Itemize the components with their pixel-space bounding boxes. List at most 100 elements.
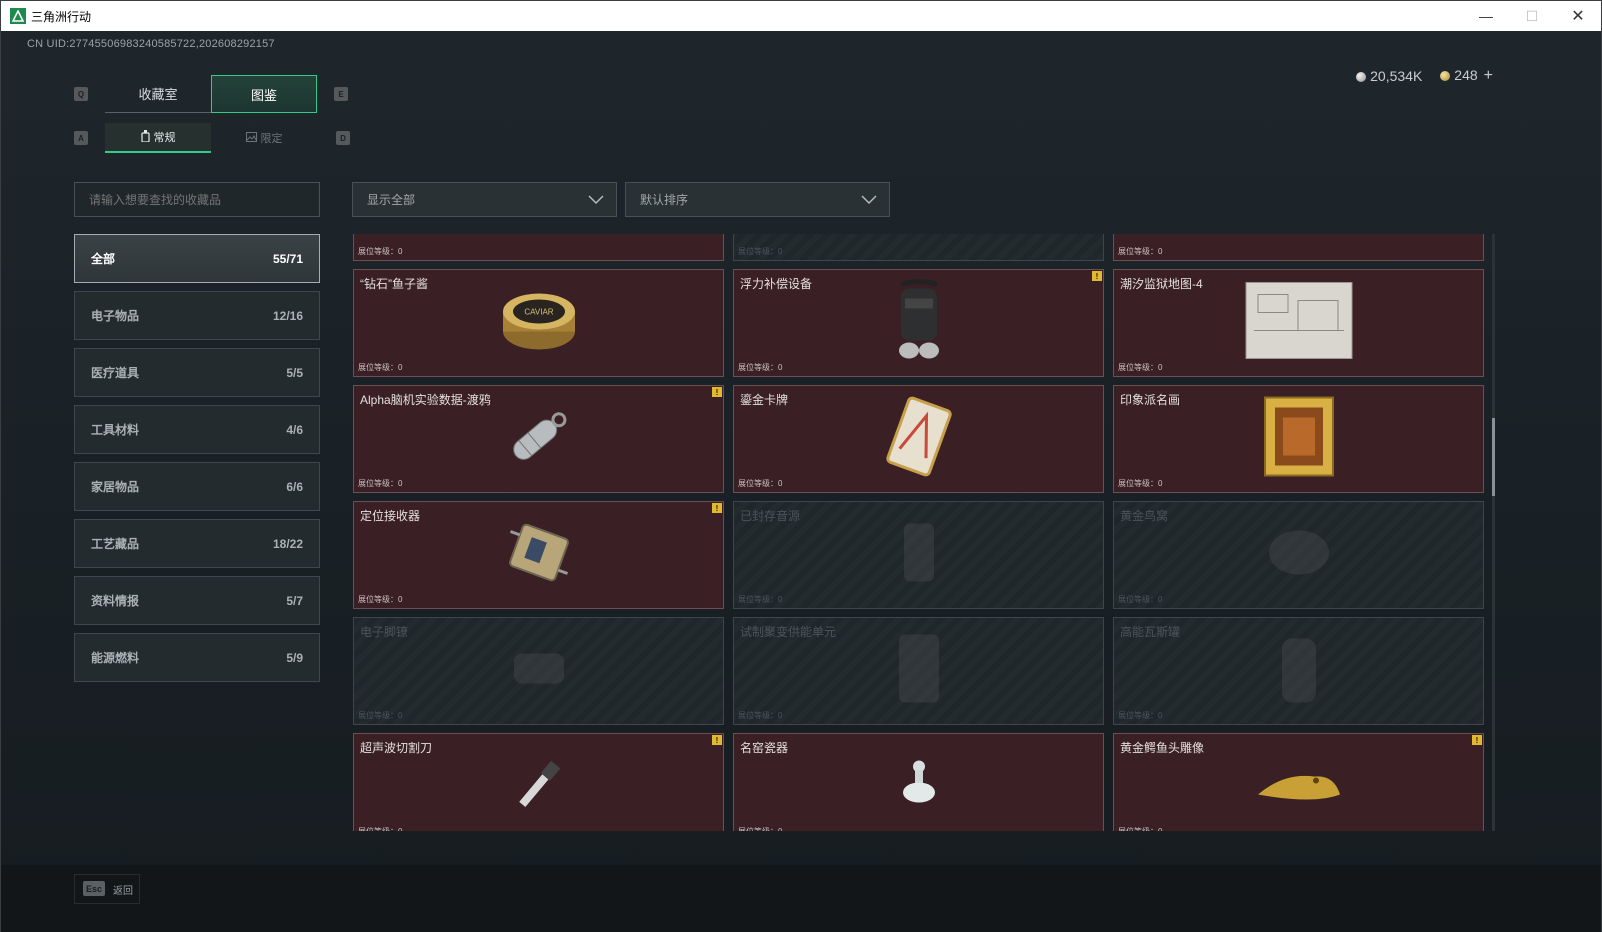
close-button[interactable]: ✕ <box>1555 1 1601 31</box>
category-count: 12/16 <box>272 308 303 323</box>
framed-painting-icon <box>1263 396 1335 483</box>
category-label: 全部 <box>91 252 116 266</box>
scrollbar-track[interactable] <box>1492 234 1495 831</box>
collection-card[interactable]: 展位等级：0 <box>353 234 724 261</box>
collection-card[interactable]: 印象派名画 展位等级：0 <box>1113 385 1484 493</box>
filter-dropdown[interactable]: 显示全部 <box>352 182 617 217</box>
collection-card[interactable]: 潮汐监狱地图-4 展位等级：0 <box>1113 269 1484 377</box>
card-level: 展位等级：0 <box>738 479 783 488</box>
category-intel[interactable]: 资料情报 5/7 <box>74 576 320 625</box>
collection-card[interactable]: 浮力补偿设备展位等级：0! <box>733 269 1104 377</box>
category-label: 工艺藏品 <box>91 537 140 551</box>
key-hint-q: Q <box>74 87 88 101</box>
gold-coin-icon <box>1440 71 1451 81</box>
category-medical[interactable]: 医疗道具 5/5 <box>74 348 320 397</box>
minimize-button[interactable]: — <box>1463 1 1509 31</box>
key-hint-a: A <box>74 131 88 145</box>
filter-dropdown-value: 显示全部 <box>367 193 416 207</box>
footer-bar <box>1 865 1601 932</box>
alert-badge-icon: ! <box>1092 271 1102 281</box>
collection-card[interactable]: 高能瓦斯罐 展位等级：0 <box>1113 617 1484 725</box>
collection-card[interactable]: 黄金鸟窝 展位等级：0 <box>1113 501 1484 609</box>
gold-amount: 248 <box>1454 67 1478 83</box>
category-label: 家居物品 <box>91 480 140 494</box>
card-level: 展位等级：0 <box>358 479 403 488</box>
collection-card[interactable]: 黄金鳄鱼头雕像展位等级：0! <box>1113 733 1484 831</box>
category-label: 工具材料 <box>91 423 140 437</box>
tab-codex[interactable]: 图鉴 <box>211 75 317 113</box>
card-name: 超声波切割刀 <box>360 741 433 755</box>
tab-collection-room[interactable]: 收藏室 <box>105 75 211 113</box>
search-input[interactable] <box>74 182 320 217</box>
maximize-button[interactable]: ☐ <box>1509 1 1555 31</box>
audio-source-icon <box>894 518 944 593</box>
gas-canister-icon <box>1274 629 1324 714</box>
svg-text:CAVIAR: CAVIAR <box>524 308 553 317</box>
add-currency-button[interactable]: + <box>1484 67 1493 84</box>
chevron-down-icon <box>588 195 604 205</box>
collection-card[interactable]: 展位等级：0 <box>1113 234 1484 261</box>
category-count: 4/6 <box>286 422 303 437</box>
collection-card[interactable]: 展位等级：0 <box>733 234 1104 261</box>
porcelain-icon <box>894 755 944 820</box>
category-count: 6/6 <box>286 479 303 494</box>
back-label: 返回 <box>113 886 133 897</box>
collection-card[interactable]: 试制聚变供能单元展位等级：0 <box>733 617 1104 725</box>
category-count: 5/9 <box>286 650 303 665</box>
map-icon <box>1244 281 1354 366</box>
card-level: 展位等级：0 <box>738 711 783 720</box>
title-bar: 三角洲行动 — ☐ ✕ <box>1 1 1601 31</box>
card-level: 展位等级：0 <box>358 363 403 372</box>
card-level: 展位等级：0 <box>738 826 782 831</box>
card-name: 电子脚镣 <box>360 625 409 639</box>
card-level: 展位等级：0 <box>1118 595 1163 604</box>
collection-card[interactable]: 鎏金卡牌 展位等级：0 <box>733 385 1104 493</box>
category-tools[interactable]: 工具材料 4/6 <box>74 405 320 454</box>
card-name: 已封存音源 <box>740 509 801 523</box>
subtab-limited[interactable]: 限定 <box>211 123 317 153</box>
card-name: “钻石”鱼子酱 <box>360 277 428 291</box>
collection-card[interactable]: CAVIAR “钻石”鱼子酱展位等级：0 <box>353 269 724 377</box>
fusion-unit-icon <box>889 629 949 714</box>
category-household[interactable]: 家居物品 6/6 <box>74 462 320 511</box>
category-count: 18/22 <box>272 536 303 551</box>
category-electronics[interactable]: 电子物品 12/16 <box>74 291 320 340</box>
category-crafts[interactable]: 工艺藏品 18/22 <box>74 519 320 568</box>
armillary-sphere-icon <box>507 234 571 240</box>
category-all[interactable]: 全部 55/71 <box>74 234 320 283</box>
key-hint-e: E <box>334 87 348 101</box>
collection-card[interactable]: 定位接收器 展位等级：0! <box>353 501 724 609</box>
category-label: 电子物品 <box>91 309 140 323</box>
ultrasonic-knife-icon <box>509 755 569 820</box>
alert-badge-icon: ! <box>712 503 722 513</box>
card-name: 试制聚变供能单元 <box>740 625 837 639</box>
collection-card[interactable]: 超声波切割刀展位等级：0! <box>353 733 724 831</box>
machine-icon <box>1259 234 1339 240</box>
window-title: 三角洲行动 <box>31 9 92 24</box>
subtab-limited-label: 限定 <box>260 133 283 145</box>
picture-icon <box>245 131 257 145</box>
card-level: 展位等级：0 <box>358 826 402 831</box>
collection-grid: 展位等级：0 展位等级：0 展位等级：0 CAVIAR “钻石”鱼子酱 展位等级：0 浮力补… <box>353 234 1486 831</box>
caviar-tin-icon: CAVIAR <box>500 286 578 361</box>
collection-card[interactable]: 名窑瓷器展位等级：0 <box>733 733 1104 831</box>
category-count: 5/7 <box>286 593 303 608</box>
category-label: 资料情报 <box>91 594 140 608</box>
game-window: 三角洲行动 — ☐ ✕ CN UID:2774550698324058572​2… <box>0 0 1602 932</box>
collection-card[interactable]: 电子脚镣 展位等级：0 <box>353 617 724 725</box>
collection-card[interactable]: 已封存音源 展位等级：0 <box>733 501 1104 609</box>
key-hint-d: D <box>336 131 350 145</box>
currency-bar: 20,534K 248 + <box>1356 67 1493 85</box>
collection-card[interactable]: Alpha脑机实验数据-渡鸦 展位等级：0! <box>353 385 724 493</box>
card-level: 展位等级：0 <box>738 363 783 372</box>
subtab-regular[interactable]: 常规 <box>105 123 211 153</box>
scrollbar-thumb[interactable] <box>1492 418 1495 496</box>
gold-croc-head-icon <box>1254 755 1344 820</box>
category-count: 5/5 <box>286 365 303 380</box>
uid-text: CN UID:2774550698324058572​2,20260829215… <box>27 38 275 50</box>
sort-dropdown[interactable]: 默认排序 <box>625 182 890 217</box>
card-name: 浮力补偿设备 <box>740 277 813 291</box>
category-label: 能源燃料 <box>91 651 140 665</box>
card-name: 名窑瓷器 <box>740 741 789 755</box>
category-energy[interactable]: 能源燃料 5/9 <box>74 633 320 682</box>
